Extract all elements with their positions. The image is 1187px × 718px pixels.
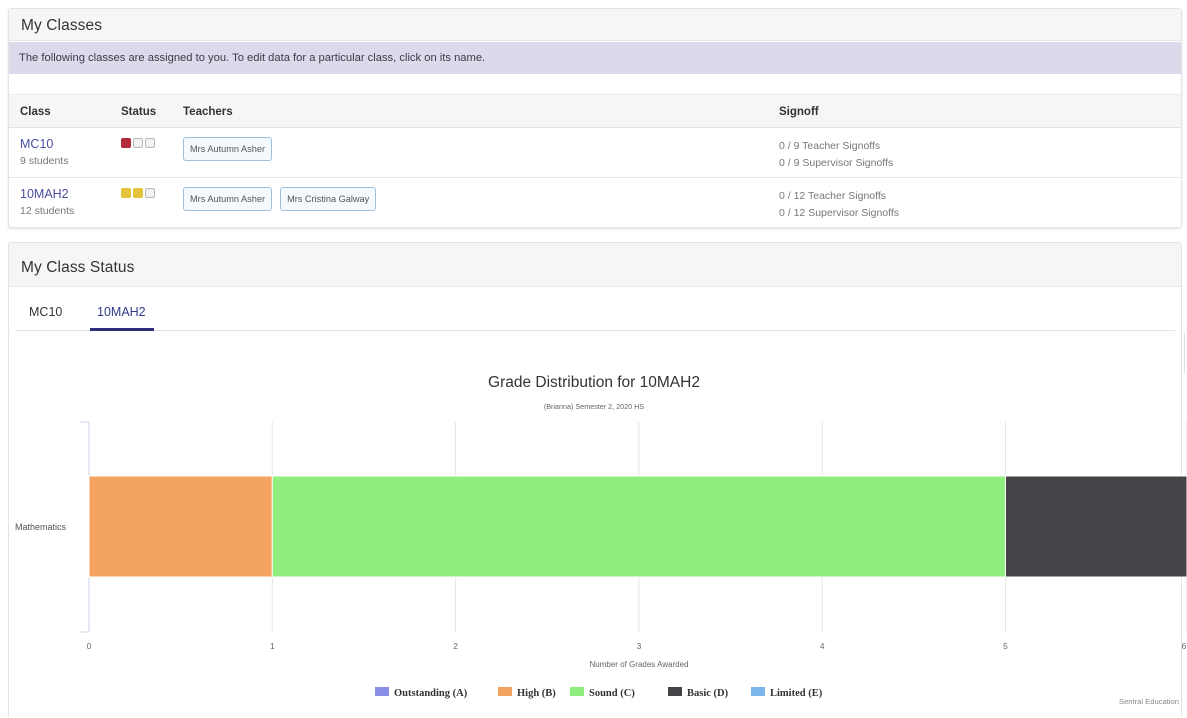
legend-label: Outstanding (A) (394, 688, 468, 699)
bar-basic-d[interactable] (1005, 475, 1187, 578)
legend-item[interactable]: Basic (D) (668, 687, 729, 699)
x-tick-label: 1 (270, 641, 275, 651)
legend-item[interactable]: High (B) (498, 687, 556, 699)
x-tick-label: 5 (1003, 641, 1008, 651)
category-label: Mathematics (15, 522, 67, 532)
x-axis-title: Number of Grades Awarded (589, 660, 688, 669)
legend-swatch (751, 687, 765, 696)
legend-swatch (570, 687, 584, 696)
x-tick-label: 4 (820, 641, 825, 651)
legend-label: High (B) (517, 688, 556, 699)
legend-item[interactable]: Sound (C) (570, 687, 635, 699)
legend-label: Sound (C) (589, 688, 635, 699)
x-tick-label: 6 (1182, 641, 1187, 651)
legend-swatch (668, 687, 682, 696)
chart-subtitle: (Brianna) Semester 2, 2020 HS (544, 402, 644, 411)
x-tick-labels: 0 1 2 3 4 5 6 (87, 641, 1187, 651)
legend-swatch (498, 687, 512, 696)
legend-swatch (375, 687, 389, 696)
chart-title: Grade Distribution for 10MAH2 (488, 374, 700, 391)
grade-distribution-chart: Grade Distribution for 10MAH2 (Brianna) … (15, 374, 1187, 699)
bar-sound-c[interactable] (271, 475, 1006, 578)
bar-high-b[interactable] (88, 475, 273, 578)
x-tick-label: 2 (453, 641, 458, 651)
chart-legend: Outstanding (A) High (B) Sound (C) Basic (D… (375, 687, 823, 699)
legend-item[interactable]: Limited (E) (751, 687, 823, 699)
legend-label: Basic (D) (687, 688, 729, 699)
legend-label: Limited (E) (770, 688, 823, 699)
x-tick-label: 3 (637, 641, 642, 651)
legend-item[interactable]: Outstanding (A) (375, 687, 468, 699)
chart-bars (88, 475, 1187, 578)
x-tick-label: 0 (87, 641, 92, 651)
credit-text: Sentral Education (1119, 697, 1179, 706)
